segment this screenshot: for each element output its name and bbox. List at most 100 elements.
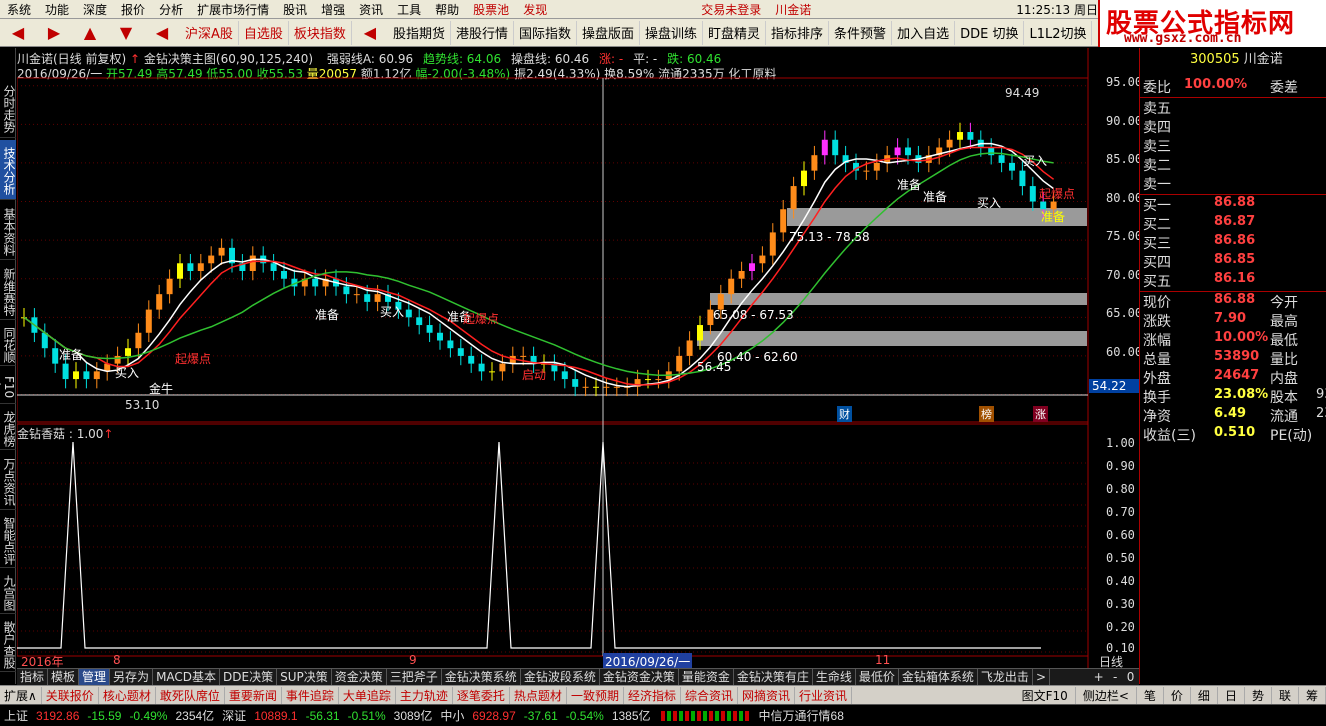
info-tab[interactable]: 敢死队席位 (156, 686, 225, 704)
side-tab[interactable]: 势 (1245, 686, 1272, 704)
indicator-tab[interactable]: 金钻决策有庄 (734, 669, 813, 685)
left-arrow-icon-2[interactable]: ◀ (352, 21, 388, 45)
menu-enhance[interactable]: 增强 (314, 1, 352, 18)
marker-zhang[interactable]: 涨 (1033, 406, 1048, 422)
button-training[interactable]: 操盘训练 (640, 20, 704, 45)
info-tab[interactable]: 综合资讯 (681, 686, 738, 704)
menu-stock-news[interactable]: 股讯 (276, 1, 314, 18)
indicator-tab[interactable]: 生命线 (813, 669, 856, 685)
side-tab[interactable]: 侧边栏< (1076, 686, 1137, 704)
side-tab[interactable]: 细 (1191, 686, 1218, 704)
indicator-tab[interactable]: 金钻箱体系统 (899, 669, 978, 685)
button-layout[interactable]: 操盘版面 (577, 20, 640, 45)
indicator-tab[interactable]: 最低价 (856, 669, 899, 685)
info-tab[interactable]: 经济指标 (624, 686, 681, 704)
button-alert[interactable]: 条件预警 (829, 20, 893, 45)
left-arrow-icon[interactable]: ◀ (144, 21, 180, 45)
indicator-tab[interactable]: > (1033, 669, 1050, 685)
up-arrow-icon[interactable]: ▲ (72, 21, 108, 45)
side-tab[interactable]: 笔 (1137, 686, 1164, 704)
indicator-tab[interactable]: 量能资金 (679, 669, 734, 685)
menu-tools[interactable]: 工具 (390, 1, 428, 18)
back-arrow-icon[interactable]: ◀ (0, 21, 36, 45)
button-hk[interactable]: 港股行情 (451, 20, 514, 45)
tab-nine-grid[interactable]: 九宫图 (0, 570, 16, 614)
info-tab[interactable]: 一致预期 (567, 686, 624, 704)
tab-ths[interactable]: 同花顺 (0, 322, 16, 366)
tab-dragon-tiger[interactable]: 龙虎榜 (0, 406, 16, 450)
menu-stock-pool[interactable]: 股票池 (466, 1, 516, 18)
menu-help[interactable]: 帮助 (428, 1, 466, 18)
sz-change: -56.31 (305, 708, 340, 723)
info-tab[interactable]: 关联报价 (42, 686, 99, 704)
tab-technical[interactable]: 技术分析 (0, 140, 16, 200)
candle-body (780, 209, 787, 233)
tab-smart-review[interactable]: 智能点评 (0, 512, 16, 568)
button-futures[interactable]: 股指期货 (388, 20, 451, 45)
indicator-tab[interactable]: 金钻波段系统 (521, 669, 600, 685)
button-indicator-sort[interactable]: 指标排序 (766, 20, 830, 45)
menu-depth[interactable]: 深度 (76, 1, 114, 18)
broker-name[interactable]: 中信万通行情68 (755, 707, 848, 724)
info-tab[interactable]: 行业资讯 (795, 686, 853, 704)
indicator-tab[interactable]: 另存为 (110, 669, 154, 685)
tab-f10[interactable]: F10财 (0, 368, 16, 404)
box-60-62 (697, 331, 1087, 346)
indicator-tab[interactable]: 飞龙出击 (978, 669, 1033, 685)
chart-area[interactable]: 川金诺(日线 前复权) ↑ 金钻决策主图(60,90,125,240) 强弱线A… (17, 48, 1142, 670)
indicator-tab[interactable]: 三把斧子 (387, 669, 442, 685)
menu-function[interactable]: 功能 (38, 1, 76, 18)
indicator-tab[interactable]: 金钻资金决策 (600, 669, 679, 685)
indicator-tab[interactable]: 指标 (17, 669, 49, 685)
info-tab[interactable]: 主力轨迹 (396, 686, 453, 704)
side-tab[interactable]: 联 (1272, 686, 1299, 704)
marker-bang[interactable]: 榜 (979, 406, 994, 422)
menu-system[interactable]: 系统 (0, 1, 38, 18)
menu-discover[interactable]: 发现 (516, 1, 554, 18)
indicator-tab[interactable]: 金钻决策系统 (442, 669, 521, 685)
indicator-tab[interactable]: DDE决策 (220, 669, 278, 685)
tab-timeshare[interactable]: 分时走势 (0, 78, 16, 138)
annot-buy-3: 买入 (977, 196, 1002, 210)
button-l1l2[interactable]: L1L2切换 (1024, 20, 1093, 45)
info-tab[interactable]: 热点题材 (510, 686, 567, 704)
menu-quote[interactable]: 报价 (114, 1, 152, 18)
info-tab[interactable]: 大单追踪 (339, 686, 396, 704)
button-dde[interactable]: DDE 切换 (955, 20, 1025, 45)
login-status[interactable]: 交易未登录 (694, 1, 768, 18)
side-tab[interactable]: 价 (1164, 686, 1191, 704)
menu-analysis[interactable]: 分析 (152, 1, 190, 18)
info-tab[interactable]: 事件追踪 (282, 686, 339, 704)
info-tab[interactable]: 逐笔委托 (453, 686, 510, 704)
side-tab[interactable]: 筹 (1299, 686, 1326, 704)
zoom-out-button[interactable]: - (1113, 670, 1117, 684)
forward-arrow-icon[interactable]: ▶ (36, 21, 72, 45)
button-sh-sz-a[interactable]: 沪深A股 (180, 20, 239, 45)
zoom-reset-button[interactable]: 0 (1127, 670, 1135, 684)
button-add-watch[interactable]: 加入自选 (892, 20, 956, 45)
tab-fundamentals[interactable]: 基本资料 (0, 202, 16, 260)
side-tab[interactable]: 图文F10 (1015, 686, 1076, 704)
info-tab[interactable]: 网摘资讯 (738, 686, 795, 704)
indicator-tab[interactable]: 模板 (48, 669, 80, 685)
tab-xinwei[interactable]: 新维赛特 (0, 262, 16, 320)
down-arrow-icon[interactable]: ▼ (108, 21, 144, 45)
marker-cai[interactable]: 财 (837, 406, 852, 422)
button-intl-index[interactable]: 国际指数 (514, 20, 577, 45)
indicator-tab[interactable]: MACD基本 (153, 669, 221, 685)
zoom-in-button[interactable]: + (1094, 670, 1104, 684)
tab-retail-check[interactable]: 散户查股 (0, 616, 16, 672)
indicator-tab[interactable]: 管理 (79, 669, 111, 685)
info-tab[interactable]: 重要新闻 (225, 686, 282, 704)
button-sector-index[interactable]: 板块指数 (289, 20, 352, 45)
menu-extended-market[interactable]: 扩展市场行情 (190, 1, 276, 18)
info-tab[interactable]: 扩展∧ (0, 686, 42, 704)
info-tab[interactable]: 核心题材 (99, 686, 156, 704)
indicator-tab[interactable]: 资金决策 (332, 669, 387, 685)
side-tab[interactable]: 日 (1218, 686, 1245, 704)
button-monitor[interactable]: 盯盘精灵 (703, 20, 767, 45)
button-self-select[interactable]: 自选股 (239, 20, 289, 45)
tab-wandian[interactable]: 万点资讯 (0, 452, 16, 510)
menu-info[interactable]: 资讯 (352, 1, 390, 18)
indicator-tab[interactable]: SUP决策 (277, 669, 332, 685)
